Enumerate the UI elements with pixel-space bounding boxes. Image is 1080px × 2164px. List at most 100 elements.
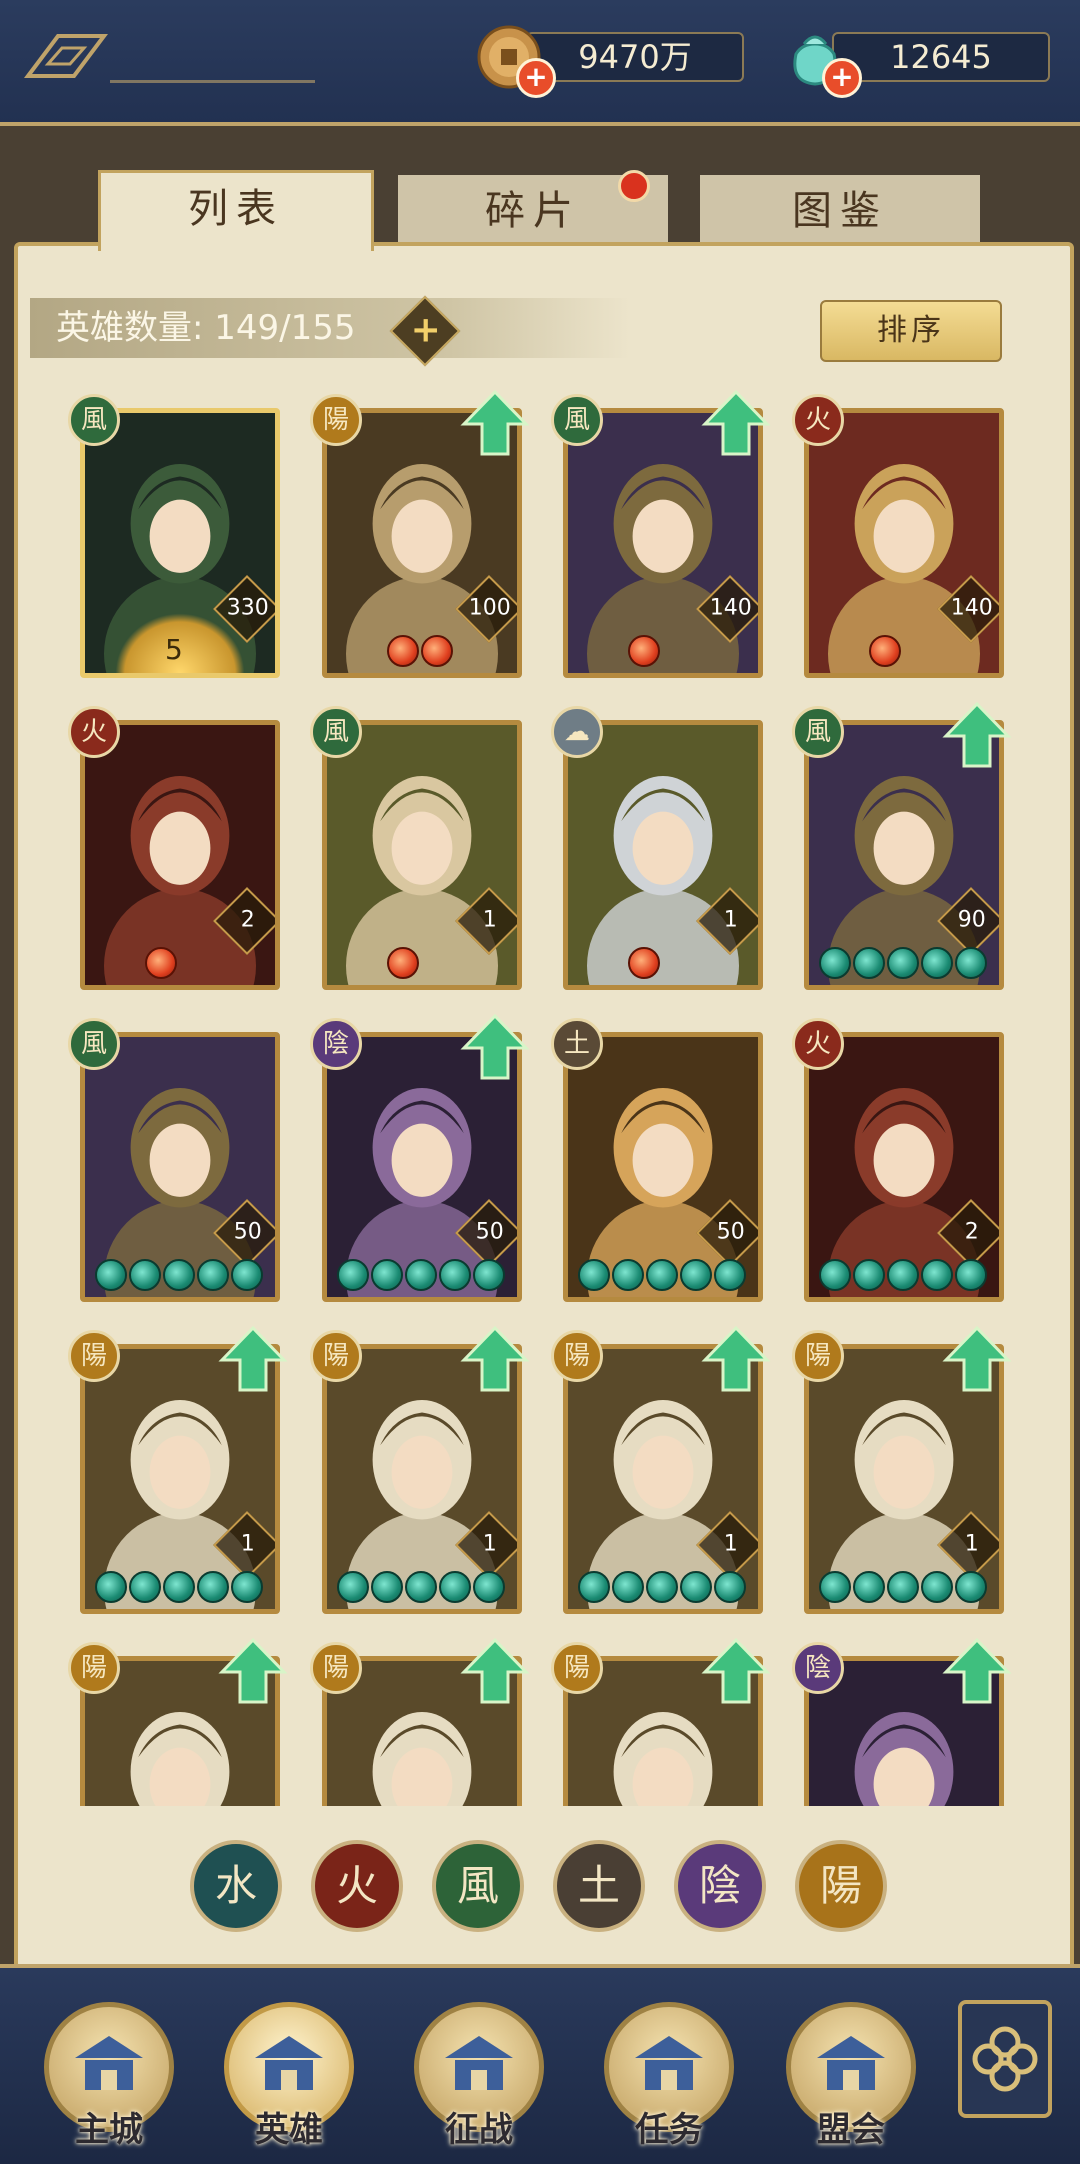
star-gem-icon <box>387 947 419 979</box>
upgrade-arrow-icon <box>701 1636 771 1706</box>
hero-card[interactable]: 330 5 <box>80 408 280 678</box>
city-gate-icon <box>75 2036 143 2090</box>
hero-star-gems <box>337 1259 505 1293</box>
element-badge-wind: 風 <box>68 394 120 446</box>
hero-level: 50 <box>716 1219 745 1245</box>
element-filter-button[interactable]: 陽 <box>795 1840 887 1932</box>
upgrade-arrow-icon <box>460 1324 530 1394</box>
awaken-level: 5 <box>165 633 183 666</box>
hero-card[interactable]: 50 <box>563 1032 763 1302</box>
element-badge-yang: 陽 <box>68 1330 120 1382</box>
element-filter-button[interactable]: 陰 <box>674 1840 766 1932</box>
hero-level: 1 <box>240 1531 255 1557</box>
star-gem-icon <box>853 947 885 979</box>
nav-item[interactable]: 盟会 <box>776 2002 926 2152</box>
nav-item[interactable]: 任务 <box>594 2002 744 2152</box>
star-gem-icon <box>819 1571 851 1603</box>
nav-item[interactable]: 英雄 <box>214 2002 364 2152</box>
hero-star-gems <box>387 635 453 669</box>
hero-star-gems <box>578 1571 746 1605</box>
star-gem-icon <box>405 1259 437 1291</box>
star-gem-icon <box>955 947 987 979</box>
hero-star-gems <box>819 1571 987 1605</box>
star-gem-icon <box>955 1571 987 1603</box>
element-badge-earth: 土 <box>551 1018 603 1070</box>
element-badge-fire: 火 <box>792 394 844 446</box>
star-gem-icon <box>680 1259 712 1291</box>
star-gem-icon <box>714 1259 746 1291</box>
star-gem-icon <box>646 1571 678 1603</box>
element-badge-wind: 風 <box>68 1018 120 1070</box>
awaken-lotus-base: 5 <box>115 613 245 673</box>
hero-card[interactable]: 1 <box>322 720 522 990</box>
star-gem-icon <box>163 1259 195 1291</box>
star-gem-icon <box>853 1259 885 1291</box>
hero-level: 50 <box>475 1219 504 1245</box>
star-gem-icon <box>129 1259 161 1291</box>
hero-card[interactable]: 2 <box>804 1032 1004 1302</box>
hero-star-gems <box>337 1571 505 1605</box>
element-badge-yang: 陽 <box>68 1642 120 1694</box>
element-badge-cloud: ☁ <box>551 706 603 758</box>
star-gem-icon <box>405 1571 437 1603</box>
element-badge-yang: 陽 <box>310 394 362 446</box>
star-gem-icon <box>819 947 851 979</box>
upgrade-arrow-icon <box>460 1636 530 1706</box>
element-badge-yang: 陽 <box>792 1330 844 1382</box>
nav-label: 英雄 <box>255 2110 323 2150</box>
upgrade-arrow-icon <box>218 1324 288 1394</box>
hero-level: 1 <box>723 907 738 933</box>
upgrade-arrow-icon <box>701 388 771 458</box>
more-menu-button[interactable] <box>958 2000 1052 2118</box>
star-gem-icon <box>473 1571 505 1603</box>
star-gem-icon <box>887 1259 919 1291</box>
upgrade-arrow-icon <box>460 1012 530 1082</box>
element-badge-wind: 風 <box>551 394 603 446</box>
star-gem-icon <box>869 635 901 667</box>
hero-star-gems <box>578 1259 746 1293</box>
element-filter-button[interactable]: 土 <box>553 1840 645 1932</box>
star-gem-icon <box>921 1259 953 1291</box>
element-filter-button[interactable]: 風 <box>432 1840 524 1932</box>
hero-level: 2 <box>240 907 255 933</box>
hero-card[interactable]: 1 <box>563 720 763 990</box>
battle-drum-icon <box>445 2036 513 2090</box>
clover-menu-icon <box>972 2026 1038 2092</box>
hero-level: 1 <box>482 1531 497 1557</box>
hero-star-gems <box>869 635 901 669</box>
element-badge-yang: 陽 <box>310 1642 362 1694</box>
star-gem-icon <box>231 1259 263 1291</box>
upgrade-arrow-icon <box>942 700 1012 770</box>
star-gem-icon <box>337 1259 369 1291</box>
hero-level: 90 <box>957 907 986 933</box>
element-badge-fire: 火 <box>68 706 120 758</box>
star-gem-icon <box>129 1571 161 1603</box>
star-gem-icon <box>612 1571 644 1603</box>
element-filter-button[interactable]: 火 <box>311 1840 403 1932</box>
hero-card[interactable]: 140 <box>804 408 1004 678</box>
element-filter-button[interactable]: 水 <box>190 1840 282 1932</box>
star-gem-icon <box>578 1259 610 1291</box>
star-gem-icon <box>921 947 953 979</box>
element-badge-yang: 陽 <box>551 1642 603 1694</box>
nav-item[interactable]: 主城 <box>34 2002 184 2152</box>
star-gem-icon <box>887 1571 919 1603</box>
element-badge-yang: 陽 <box>551 1330 603 1382</box>
star-gem-icon <box>197 1259 229 1291</box>
hero-card[interactable]: 50 <box>80 1032 280 1302</box>
star-gem-icon <box>95 1259 127 1291</box>
hero-level: 100 <box>468 595 511 621</box>
element-filter-bar: 水火風土陰陽 <box>190 1840 890 1936</box>
element-badge-yin: 陰 <box>792 1642 844 1694</box>
star-gem-icon <box>612 1259 644 1291</box>
element-badge-wind: 風 <box>310 706 362 758</box>
star-gem-icon <box>955 1259 987 1291</box>
hero-card[interactable]: 2 <box>80 720 280 990</box>
nav-item[interactable]: 征战 <box>404 2002 554 2152</box>
hero-level: 50 <box>233 1219 262 1245</box>
star-gem-icon <box>628 947 660 979</box>
upgrade-arrow-icon <box>701 1324 771 1394</box>
star-gem-icon <box>387 635 419 667</box>
hero-star-gems <box>387 947 419 981</box>
star-gem-icon <box>145 947 177 979</box>
